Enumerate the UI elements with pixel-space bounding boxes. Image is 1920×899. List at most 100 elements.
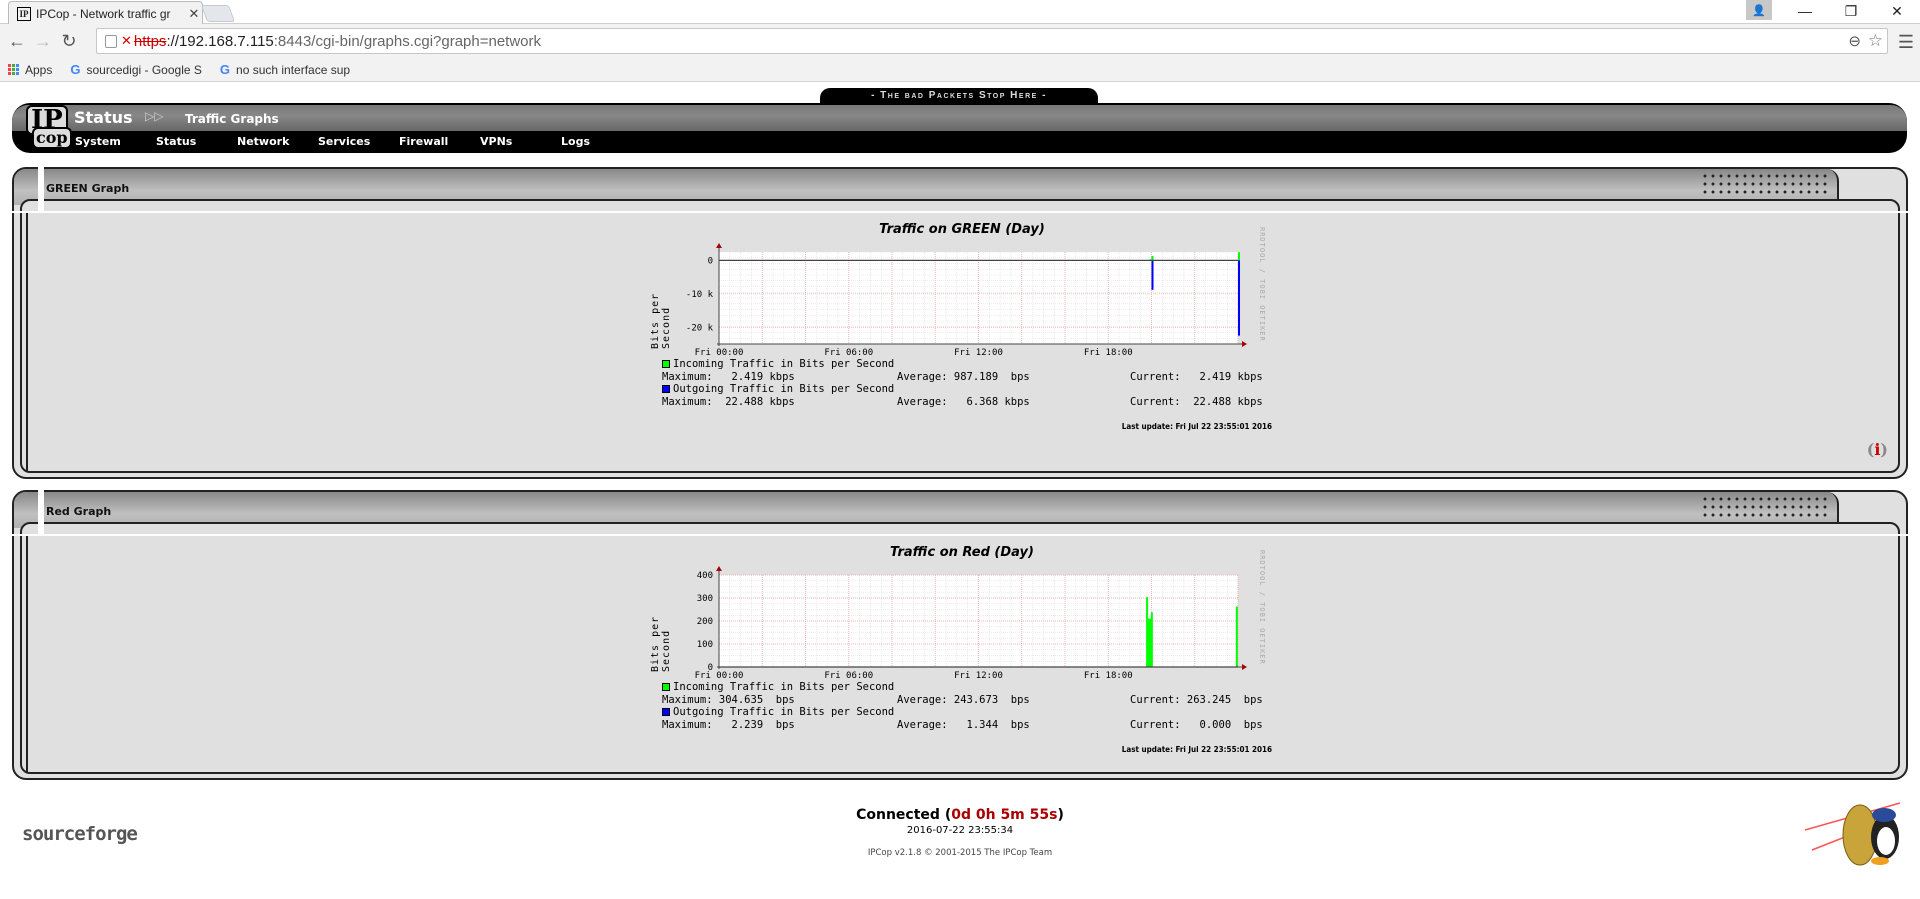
back-button[interactable]: ←: [4, 28, 30, 54]
outgoing-avg: Average: 1.344 bps: [897, 719, 1030, 731]
y-tick-label: 400: [697, 571, 713, 581]
x-axis-arrow: [1242, 664, 1247, 670]
user-profile-icon[interactable]: 👤: [1746, 0, 1772, 20]
bookmarks-bar: Apps G sourcedigi - Google S G no such i…: [0, 58, 1920, 82]
nav-firewall[interactable]: Firewall: [399, 135, 480, 148]
browser-tab-bar: IP IPCop - Network traffic gr ✕ 👤 — ❐ ✕: [0, 0, 1920, 25]
bookmark-no-such-interface[interactable]: G no such interface sup: [220, 62, 350, 77]
outgoing-max: Maximum: 2.239 bps: [662, 719, 795, 731]
zoom-icon[interactable]: ⊖: [1848, 32, 1861, 50]
incoming-avg: Average: 987.189 bps: [897, 371, 1030, 383]
bookmark-star-icon[interactable]: ☆: [1868, 31, 1883, 51]
nav-network[interactable]: Network: [237, 135, 318, 148]
nav-vpns[interactable]: VPNs: [480, 135, 561, 148]
breadcrumb-section: Status: [74, 108, 133, 127]
connection-status: Connected (0d 0h 5m 55s): [856, 807, 1064, 823]
insecure-lock-icon: [105, 34, 117, 48]
incoming-max: Maximum: 2.419 kbps: [662, 371, 795, 383]
incoming-mark: [1147, 618, 1150, 667]
breadcrumb-arrow-icon: ▷▷: [145, 109, 164, 123]
nav-status[interactable]: Status: [156, 135, 237, 148]
info-icon[interactable]: (i): [1867, 440, 1888, 459]
url-protocol: https: [133, 32, 167, 50]
bookmark-label: Apps: [25, 62, 53, 77]
browser-toolbar: ← → ↻ ✕ https ://192.168.7.115 :8443/cgi…: [0, 24, 1920, 58]
x-axis-arrow: [1242, 341, 1247, 347]
nav-services[interactable]: Services: [318, 135, 399, 148]
green-graph-panel: GREEN Graph Traffic on GREEN (Day) Bits …: [0, 167, 1920, 479]
x-tick-label: Fri 18:00: [1084, 671, 1133, 681]
copyright: IPCop v2.1.8 © 2001-2015 The IPCop Team: [867, 848, 1053, 858]
x-tick-label: Fri 00:00: [695, 671, 744, 681]
x-tick-label: Fri 00:00: [695, 348, 744, 358]
legend-swatch-green: [662, 360, 670, 368]
ipcop-favicon-icon: IP: [17, 6, 31, 21]
nav-logs[interactable]: Logs: [561, 135, 642, 148]
legend-incoming: Incoming Traffic in Bits per Second: [662, 358, 894, 370]
bookmark-label: no such interface sup: [236, 62, 351, 77]
bookmark-label: sourcedigi - Google S: [86, 62, 202, 77]
google-icon: G: [219, 62, 231, 77]
close-window-button[interactable]: ✕: [1874, 0, 1920, 22]
x-tick-label: Fri 12:00: [954, 348, 1003, 358]
green-traffic-graph: Traffic on GREEN (Day) Bits per Second R…: [650, 222, 1272, 437]
ipcop-logo[interactable]: IP cop: [24, 105, 76, 151]
new-tab-button[interactable]: [200, 5, 236, 22]
legend-swatch-blue: [662, 385, 670, 393]
reload-button[interactable]: ↻: [56, 28, 82, 54]
outgoing-mark: [1238, 260, 1240, 336]
outgoing-max: Maximum: 22.488 kbps: [662, 396, 795, 408]
outgoing-cur: Current: 22.488 kbps: [1130, 396, 1263, 408]
minimize-button[interactable]: —: [1782, 0, 1828, 22]
last-update: Last update: Fri Jul 22 23:55:01 2016: [1121, 422, 1272, 431]
red-graph-panel: Red Graph Traffic on Red (Day) Bits per …: [0, 490, 1920, 780]
y-tick-label: 100: [697, 640, 713, 650]
red-traffic-graph: Traffic on Red (Day) Bits per Second RRD…: [650, 545, 1272, 760]
outgoing-mark: [1151, 260, 1154, 290]
x-tick-label: Fri 12:00: [954, 671, 1003, 681]
x-tick-label: Fri 06:00: [824, 348, 873, 358]
tab-title: IPCop - Network traffic gr: [36, 6, 171, 21]
y-tick-label: 200: [697, 617, 713, 627]
incoming-cur: Current: 2.419 kbps: [1130, 371, 1263, 383]
graph-plot: 0100200300400Fri 00:00 Fri 06:00 Fri 12:00…: [695, 566, 1247, 681]
insecure-x-icon: ✕: [121, 33, 132, 48]
y-axis-arrow: [716, 566, 722, 571]
last-update: Last update: Fri Jul 22 23:55:01 2016: [1121, 745, 1272, 754]
legend-swatch-green: [662, 683, 670, 691]
outgoing-cur: Current: 0.000 bps: [1130, 719, 1263, 731]
legend-swatch-blue: [662, 708, 670, 716]
panel-title: GREEN Graph: [46, 182, 130, 195]
graph-plot: 0 -10 k -20 k Fri 00:00 Fri 06:00 Fri 12:00 Fr…: [686, 243, 1247, 358]
incoming-mark: [1150, 612, 1153, 667]
apps-grid-icon: [8, 64, 19, 75]
legend-outgoing: Outgoing Traffic in Bits per Second: [662, 383, 894, 395]
window-controls: 👤 — ❐ ✕: [1746, 0, 1920, 22]
address-bar[interactable]: ✕ https ://192.168.7.115 :8443/cgi-bin/g…: [96, 28, 1888, 54]
browser-tab[interactable]: IP IPCop - Network traffic gr ✕: [8, 1, 203, 25]
bookmark-apps[interactable]: Apps: [8, 63, 52, 77]
server-timestamp: 2016-07-22 23:55:34: [906, 825, 1014, 836]
tab-close-icon[interactable]: ✕: [186, 6, 202, 22]
ipcop-header: IP cop Status ▷▷ Traffic Graphs System S…: [12, 103, 1907, 153]
google-icon: G: [70, 62, 81, 77]
connection-uptime: 0d 0h 5m 55s: [951, 807, 1058, 823]
incoming-mark: [1151, 256, 1154, 261]
forward-button[interactable]: →: [30, 28, 56, 54]
browser-menu-icon[interactable]: ☰: [1898, 32, 1914, 53]
outgoing-avg: Average: 6.368 kbps: [897, 396, 1030, 408]
restore-button[interactable]: ❐: [1828, 0, 1874, 22]
breadcrumb-page: Traffic Graphs: [185, 112, 279, 126]
panel-dots-decoration: [1701, 495, 1829, 521]
incoming-cur: Current: 263.245 bps: [1130, 694, 1263, 706]
url-host: ://192.168.7.115: [166, 32, 274, 50]
nav-system[interactable]: System: [75, 135, 156, 148]
main-nav: System Status Network Services Firewall …: [75, 135, 642, 148]
bookmark-sourcedigi[interactable]: G sourcedigi - Google S: [70, 62, 202, 77]
ipcop-mascot-icon: [1804, 802, 1901, 866]
panel-dots-decoration: [1701, 172, 1829, 198]
y-tick-label: 0: [708, 256, 713, 266]
incoming-max: Maximum: 304.635 bps: [662, 694, 795, 706]
url-path: :8443/cgi-bin/graphs.cgi?graph=network: [273, 32, 542, 50]
y-tick-label: 300: [697, 594, 713, 604]
